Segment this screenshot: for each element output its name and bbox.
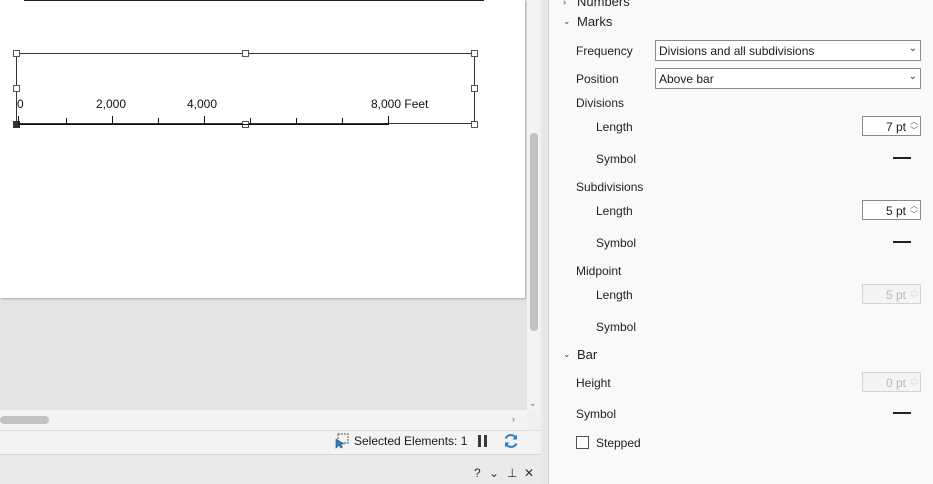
position-dropdown[interactable]: Above bar ⌄ (655, 68, 921, 89)
scalebar-division-tick (204, 116, 205, 124)
scalebar-subdivision-tick (342, 118, 343, 124)
frequency-dropdown[interactable]: Divisions and all subdivisions ⌄ (655, 40, 921, 61)
horizontal-scrollbar[interactable] (0, 410, 527, 430)
pane-splitter[interactable] (541, 0, 549, 484)
marks-section-header[interactable]: ⌄ Marks (563, 14, 612, 29)
spinner-arrows-icon[interactable]: ︿ ﹀ (910, 117, 918, 135)
subdivisions-length-label: Length (596, 204, 633, 218)
divisions-length-label: Length (596, 120, 633, 134)
subdivisions-heading: Subdivisions (576, 180, 644, 194)
chevron-down-icon: ⌄ (563, 349, 571, 359)
map-frame-bottom-edge (24, 0, 484, 1)
horizontal-scroll-thumb[interactable] (0, 416, 49, 424)
scalebar-label-2000: 2,000 (96, 97, 127, 111)
scalebar-label-0: 0 (17, 97, 24, 111)
scalebar-subdivision-tick (250, 118, 251, 124)
subdivisions-length-spinner[interactable]: 5 pt ︿ ﹀ (862, 200, 921, 220)
scalebar-label-4000: 4,000 (187, 97, 218, 111)
pause-icon (477, 435, 481, 447)
midpoint-length-value: 5 pt (885, 288, 906, 302)
line-symbol-icon[interactable] (893, 157, 911, 159)
midpoint-symbol-label: Symbol (596, 320, 637, 334)
position-value: Above bar (659, 72, 714, 86)
pane-options-icon[interactable]: ⌄ (489, 466, 499, 480)
scalebar-line (18, 124, 389, 125)
pause-drawing-button[interactable] (474, 433, 490, 449)
scalebar-subdivision-tick (296, 118, 297, 124)
scalebar-selection-frame[interactable] (16, 53, 475, 124)
spinner-arrows-icon: ︿ ﹀ (910, 285, 918, 303)
subdivisions-length-value: 5 pt (885, 204, 906, 218)
resize-handle-top-middle[interactable] (242, 50, 249, 57)
midpoint-heading: Midpoint (576, 264, 622, 278)
numbers-section-label: Numbers (577, 0, 630, 9)
bar-symbol-label: Symbol (576, 407, 617, 421)
height-spinner: 0 pt ︿ ﹀ (862, 372, 921, 392)
marks-section-label: Marks (577, 14, 613, 29)
resize-handle-top-left[interactable] (13, 50, 20, 57)
bar-section-header[interactable]: ⌄ Bar (563, 347, 597, 362)
height-label: Height (576, 376, 611, 390)
scalebar-division-tick (388, 116, 389, 124)
divisions-heading: Divisions (576, 96, 625, 110)
layout-canvas[interactable]: 0 2,000 4,000 8,000 Feet (0, 0, 527, 410)
scalebar-subdivision-tick (158, 118, 159, 124)
select-elements-icon (335, 433, 349, 449)
pin-icon[interactable]: ⊥ (507, 466, 517, 480)
bar-section-label: Bar (577, 347, 598, 362)
chevron-right-icon: › (563, 0, 566, 7)
pause-icon-bar (483, 435, 487, 447)
scalebar-division-tick (112, 116, 113, 124)
scroll-down-arrow-icon[interactable]: ⌄ (529, 398, 537, 409)
numbers-section-header[interactable]: › Numbers (563, 0, 630, 9)
vertical-scroll-thumb[interactable] (530, 133, 538, 331)
divisions-length-spinner[interactable]: 7 pt ︿ ﹀ (862, 116, 921, 136)
caret-down-icon: ⌄ (908, 43, 917, 54)
close-icon[interactable]: ✕ (524, 466, 534, 480)
stepped-label[interactable]: Stepped (596, 436, 641, 450)
selected-elements-label: Selected Elements: 1 (354, 434, 468, 448)
frequency-label: Frequency (576, 44, 633, 58)
chevron-down-icon: ⌄ (563, 16, 571, 26)
app-window: 0 2,000 4,000 8,000 Feet ⌄ › Selected El… (0, 0, 933, 484)
height-value: 0 pt (885, 376, 906, 390)
midpoint-length-spinner: 5 pt ︿ ﹀ (862, 284, 921, 304)
line-symbol-icon[interactable] (893, 241, 911, 243)
divisions-length-value: 7 pt (885, 120, 906, 134)
position-label: Position (576, 72, 619, 86)
layout-page[interactable] (0, 0, 525, 298)
help-icon[interactable]: ? (474, 466, 481, 480)
midpoint-length-label: Length (596, 288, 633, 302)
scroll-right-arrow-icon[interactable]: › (512, 414, 515, 424)
line-symbol-icon[interactable] (893, 412, 911, 414)
resize-handle-middle-left[interactable] (13, 85, 20, 92)
scalebar-label-8000-feet: 8,000 Feet (371, 97, 429, 111)
scalebar-subdivision-tick (66, 118, 67, 124)
scalebar-division-tick (18, 116, 19, 124)
resize-handle-bottom-right[interactable] (471, 121, 478, 128)
selected-elements-status[interactable]: Selected Elements: 1 (334, 431, 467, 451)
bottom-pane-strip (0, 454, 541, 484)
frequency-value: Divisions and all subdivisions (659, 44, 815, 58)
resize-handle-top-right[interactable] (471, 50, 478, 57)
caret-down-icon: ⌄ (908, 71, 917, 82)
refresh-icon[interactable] (502, 432, 520, 450)
spinner-arrows-icon[interactable]: ︿ ﹀ (910, 201, 918, 219)
spinner-arrows-icon: ︿ ﹀ (910, 373, 918, 391)
resize-handle-middle-right[interactable] (471, 85, 478, 92)
subdivisions-symbol-label: Symbol (596, 236, 637, 250)
stepped-checkbox[interactable] (576, 436, 589, 449)
divisions-symbol-label: Symbol (596, 152, 637, 166)
